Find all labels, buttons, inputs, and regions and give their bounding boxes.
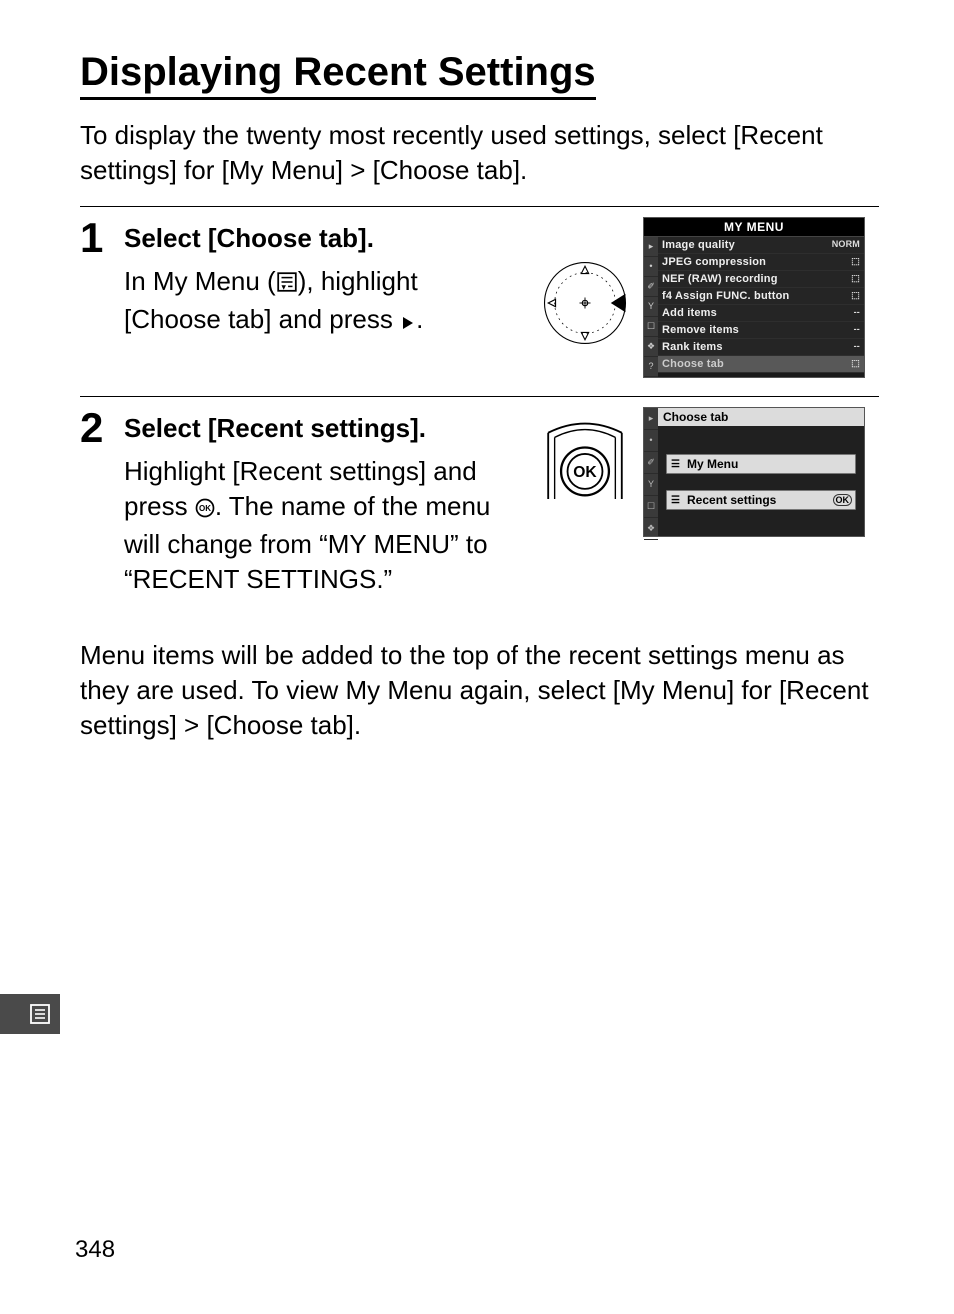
- tab-icon: ✐: [644, 277, 658, 297]
- section-tab: [0, 994, 60, 1034]
- step-text: Highlight [Recent settings] and press OK…: [124, 454, 504, 597]
- mymenu-icon: [276, 267, 298, 302]
- menu-row: Image qualityNORM: [658, 237, 864, 254]
- choose-tab-screen: ▸ • ✐ Y ☐ ❖ Choose tab ☰ My Menu: [643, 407, 865, 537]
- tab-icon: ?: [644, 357, 658, 377]
- option-label: Recent settings: [687, 493, 776, 507]
- menu-row: JPEG compression⬚: [658, 254, 864, 271]
- menu-tab-icon: [28, 1002, 52, 1026]
- menu-row: NEF (RAW) recording⬚: [658, 271, 864, 288]
- option-recent-settings: ☰ Recent settings OK: [666, 490, 856, 510]
- screen-list: Image qualityNORM JPEG compression⬚ NEF …: [658, 237, 864, 377]
- recent-mini-icon: ☰: [671, 495, 680, 506]
- my-menu-screen: MY MENU ▸ • ✐ Y ☐ ❖ ? Image qualityNORM …: [643, 217, 865, 378]
- menu-row: f4 Assign FUNC. button⬚: [658, 288, 864, 305]
- tab-icon: ❖: [644, 518, 658, 540]
- menu-row: Rank items--: [658, 339, 864, 356]
- ok-circle-icon: OK: [195, 492, 215, 527]
- step-1: 1 Select [Choose tab]. In My Menu (), hi…: [80, 207, 879, 396]
- tab-icon: ☐: [644, 317, 658, 337]
- menu-row: Add items--: [658, 305, 864, 322]
- tab-icon: •: [644, 430, 658, 452]
- tab-icon: ☐: [644, 496, 658, 518]
- page-title: Displaying Recent Settings: [80, 50, 596, 100]
- tab-icon: ▸: [644, 237, 658, 257]
- step-heading: Select [Choose tab].: [124, 223, 529, 254]
- mymenu-mini-icon: ☰: [671, 459, 680, 470]
- right-triangle-icon: [400, 305, 416, 340]
- svg-text:OK: OK: [199, 504, 211, 513]
- menu-row: Remove items--: [658, 322, 864, 339]
- screen-title: Choose tab: [658, 408, 864, 426]
- tab-icon: Y: [644, 297, 658, 317]
- tab-icon: •: [644, 257, 658, 277]
- screen-tabs: ▸ • ✐ Y ☐ ❖ ?: [644, 237, 658, 377]
- step-text: In My Menu (), highlight [Choose tab] an…: [124, 264, 494, 340]
- option-my-menu: ☰ My Menu: [666, 454, 856, 474]
- tab-icon: ❖: [644, 337, 658, 357]
- step-number: 1: [80, 217, 124, 259]
- screen-title: MY MENU: [644, 218, 864, 237]
- option-label: My Menu: [687, 457, 738, 471]
- page-number: 348: [75, 1236, 115, 1264]
- tab-icon: ▸: [644, 408, 658, 430]
- text-fragment: .: [416, 304, 423, 334]
- step-2: 2 Select [Recent settings]. Highlight [R…: [80, 397, 879, 615]
- text-fragment: In My Menu (: [124, 266, 276, 296]
- intro-text: To display the twenty most recently used…: [80, 118, 879, 188]
- multi-selector-icon: [539, 257, 631, 349]
- menu-row-selected: Choose tab⬚: [658, 356, 864, 373]
- tab-icon: ✐: [644, 452, 658, 474]
- step-number: 2: [80, 407, 124, 449]
- ok-badge: OK: [833, 494, 853, 506]
- svg-text:OK: OK: [573, 464, 597, 481]
- tab-icon: Y: [644, 474, 658, 496]
- ok-button-icon: OK: [539, 407, 631, 507]
- after-text: Menu items will be added to the top of t…: [80, 638, 879, 743]
- step-heading: Select [Recent settings].: [124, 413, 529, 444]
- screen-tabs: ▸ • ✐ Y ☐ ❖: [644, 408, 658, 536]
